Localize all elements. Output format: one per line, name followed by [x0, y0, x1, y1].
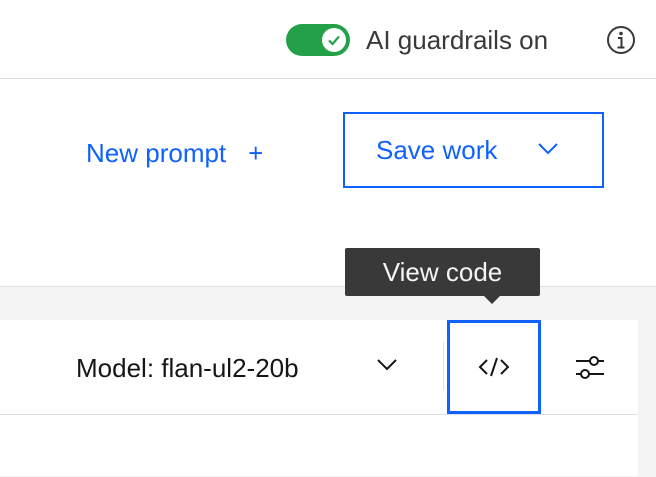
save-work-button[interactable]: Save work: [343, 112, 604, 188]
chevron-down-icon[interactable]: [376, 358, 398, 372]
sliders-icon: [576, 356, 604, 379]
guardrails-toggle[interactable]: [286, 24, 350, 56]
actions-area: New prompt + Save work: [0, 79, 656, 285]
toggle-knob: [322, 28, 346, 52]
view-code-tooltip: View code: [345, 248, 540, 296]
save-work-label: Save work: [376, 134, 498, 165]
checkmark-icon: [328, 35, 340, 46]
guardrails-label: AI guardrails on: [366, 25, 549, 55]
prompt-editor[interactable]: [0, 415, 638, 476]
new-prompt-label: New prompt: [86, 137, 227, 168]
tooltip-caret: [483, 295, 501, 304]
divider: [443, 342, 444, 390]
new-prompt-button[interactable]: New prompt +: [86, 135, 263, 171]
top-bar: AI guardrails on: [0, 0, 656, 79]
model-toolbar: Model: flan-ul2-20b: [0, 320, 638, 415]
code-icon: [478, 357, 510, 377]
model-selector[interactable]: Model: flan-ul2-20b: [76, 350, 299, 386]
view-code-button[interactable]: [447, 320, 541, 414]
plus-icon: +: [248, 137, 264, 168]
model-settings-button[interactable]: [570, 348, 610, 388]
chevron-down-icon: [538, 143, 558, 155]
info-icon[interactable]: [606, 25, 636, 55]
